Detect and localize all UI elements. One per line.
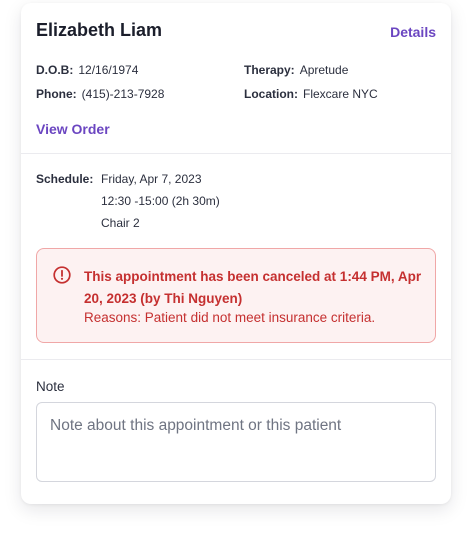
location-value: Flexcare NYC: [303, 87, 378, 101]
location-label: Location:: [244, 87, 298, 101]
phone-row: Phone: (415)-213-7928: [36, 87, 164, 101]
view-order-link[interactable]: View Order: [36, 121, 110, 137]
patient-name: Elizabeth Liam: [36, 20, 163, 40]
schedule-date: Friday, Apr 7, 2023: [101, 172, 202, 186]
dob-row: D.O.B: 12/16/1974: [36, 63, 138, 77]
alert-circle-icon: [53, 266, 71, 284]
phone-label: Phone:: [36, 87, 77, 101]
section-divider: [21, 153, 451, 154]
section-divider: [21, 359, 451, 360]
therapy-row: Therapy: Apretude: [244, 63, 348, 77]
note-label: Note: [36, 379, 65, 394]
cancellation-alert: This appointment has been canceled at 1:…: [36, 248, 436, 343]
alert-reason: Reasons: Patient did not meet insurance …: [84, 310, 376, 325]
schedule-chair: Chair 2: [101, 216, 140, 230]
dob-value: 12/16/1974: [78, 63, 139, 77]
dob-label: D.O.B:: [36, 63, 74, 77]
note-textarea[interactable]: [36, 402, 436, 482]
schedule-label: Schedule:: [36, 172, 94, 186]
phone-value: (415)-213-7928: [81, 87, 165, 101]
schedule-time: 12:30 -15:00 (2h 30m): [101, 194, 220, 208]
details-link[interactable]: Details: [390, 24, 436, 40]
appointment-card: Elizabeth Liam Details D.O.B: 12/16/1974 …: [21, 3, 451, 504]
alert-title: This appointment has been canceled at 1:…: [84, 269, 422, 306]
location-row: Location: Flexcare NYC: [244, 87, 378, 101]
therapy-label: Therapy:: [244, 63, 295, 77]
therapy-value: Apretude: [299, 63, 349, 77]
